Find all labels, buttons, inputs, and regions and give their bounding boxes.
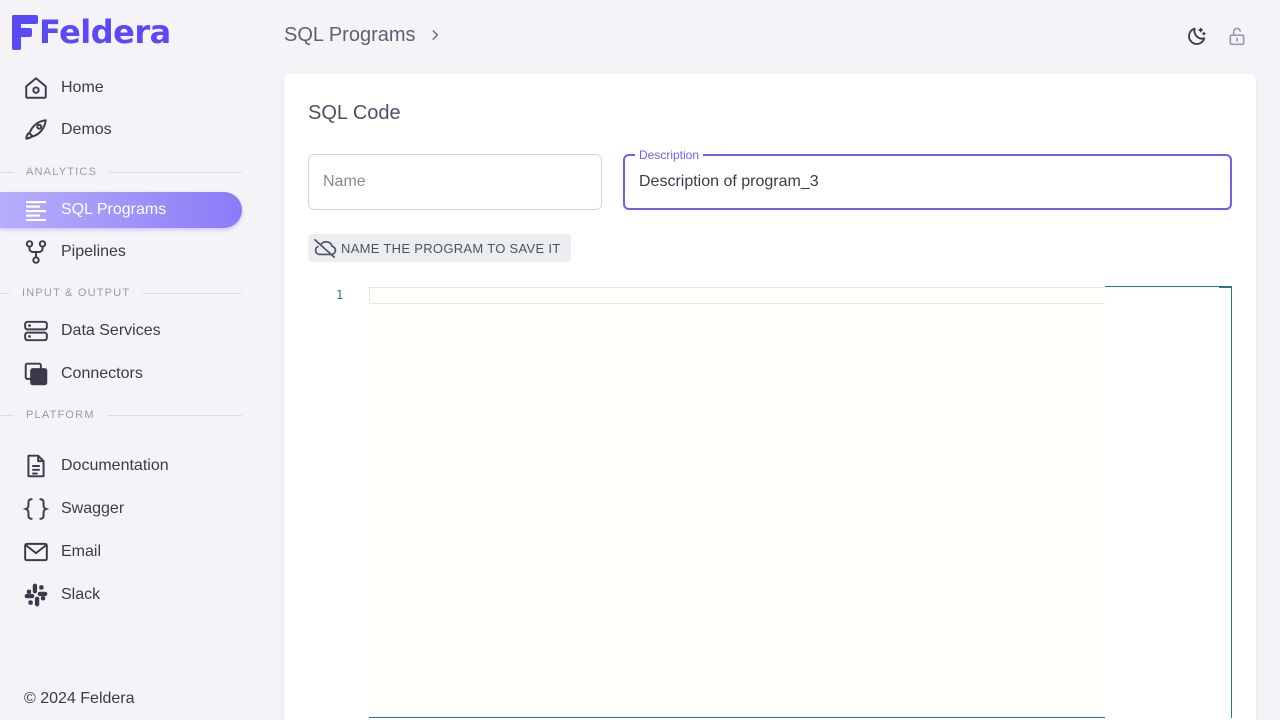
sidebar-item-label: Demos <box>61 121 112 138</box>
breadcrumb: SQL Programs <box>284 22 442 48</box>
header-actions <box>1186 24 1248 48</box>
section-title: Analytics <box>26 166 98 178</box>
sidebar-item-data-services[interactable]: Data Services <box>0 313 242 349</box>
sidebar-item-email[interactable]: Email <box>0 534 242 570</box>
sql-code-card: SQL Code Description Name the program to… <box>284 74 1256 720</box>
sidebar-item-label: Pipelines <box>61 243 126 260</box>
divider <box>109 171 242 173</box>
feldera-logo-mark-icon <box>12 14 38 50</box>
sql-editor[interactable]: 1 <box>308 286 1232 720</box>
editor-scroll-rail[interactable] <box>1105 286 1232 718</box>
sidebar-item-label: Slack <box>61 586 101 603</box>
logo-text: Feldera <box>39 13 171 51</box>
sidebar-item-home[interactable]: Home <box>0 70 242 106</box>
sidebar-item-documentation[interactable]: Documentation <box>0 448 242 484</box>
slack-icon <box>22 581 50 609</box>
branch-icon <box>22 238 50 266</box>
feldera-logo[interactable]: Feldera <box>12 14 171 50</box>
divider <box>0 292 10 294</box>
section-title: Platform <box>26 409 95 421</box>
description-input[interactable] <box>625 156 1230 208</box>
unlock-icon[interactable] <box>1226 24 1248 48</box>
save-status-text: Name the program to save it <box>341 240 561 256</box>
server-icon <box>22 317 50 345</box>
sidebar-item-swagger[interactable]: Swagger <box>0 491 242 527</box>
section-title: Input & Output <box>22 287 131 299</box>
editor-code-area[interactable] <box>369 286 1105 718</box>
breadcrumb-item[interactable]: SQL Programs <box>284 24 416 47</box>
sidebar-item-connectors[interactable]: Connectors <box>0 356 242 392</box>
list-lines-icon <box>22 196 50 224</box>
braces-icon <box>22 495 50 523</box>
save-status-chip: Name the program to save it <box>308 234 571 262</box>
name-input[interactable] <box>309 155 601 209</box>
copyright-footer: © 2024 Feldera <box>24 690 135 707</box>
divider <box>0 171 14 173</box>
sidebar-item-label: Data Services <box>61 322 161 339</box>
sidebar-item-slack[interactable]: Slack <box>0 577 242 613</box>
sidebar-item-label: Documentation <box>61 457 169 474</box>
stacked-squares-icon <box>22 360 50 388</box>
line-number: 1 <box>336 288 344 302</box>
sidebar-item-label: SQL Programs <box>61 201 167 218</box>
sidebar-item-label: Email <box>61 543 102 560</box>
sidebar-item-label: Home <box>61 79 104 96</box>
theme-toggle-icon[interactable] <box>1186 24 1208 48</box>
home-icon <box>22 74 50 102</box>
editor-gutter: 1 <box>308 286 368 720</box>
document-icon <box>22 452 50 480</box>
divider <box>142 292 242 294</box>
current-line-highlight <box>369 287 1105 304</box>
rocket-icon <box>22 116 50 144</box>
description-label: Description <box>635 148 704 162</box>
section-header-platform: Platform <box>0 407 242 423</box>
sidebar-item-demos[interactable]: Demos <box>0 112 242 148</box>
name-field <box>308 154 602 210</box>
section-header-analytics: Analytics <box>0 164 242 180</box>
section-header-input-output: Input & Output <box>0 285 242 301</box>
cloud-off-icon <box>312 237 338 259</box>
sidebar-item-label: Swagger <box>61 500 125 517</box>
card-title: SQL Code <box>308 102 401 124</box>
sidebar: Feldera Home Demos Analytics SQL Program… <box>0 0 256 720</box>
sidebar-item-label: Connectors <box>61 365 143 382</box>
sidebar-item-pipelines[interactable]: Pipelines <box>0 234 242 270</box>
envelope-icon <box>22 538 50 566</box>
divider <box>106 414 242 416</box>
sidebar-item-sql-programs[interactable]: SQL Programs <box>0 192 242 228</box>
description-field: Description <box>623 148 1232 210</box>
chevron-right-icon <box>428 28 442 42</box>
divider <box>0 414 14 416</box>
